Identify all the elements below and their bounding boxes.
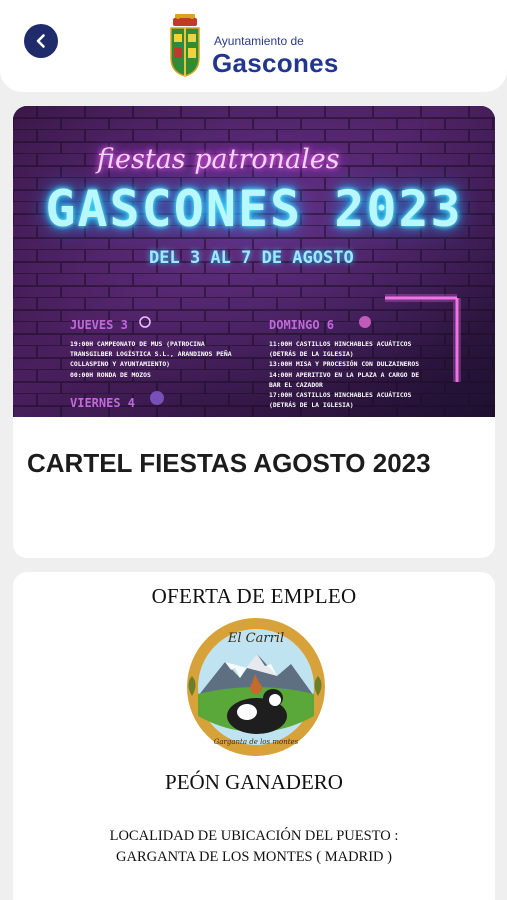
poster-schedule-right: 11:00H CASTILLOS HINCHABLES ACUÁTICOS (D…	[269, 339, 447, 410]
farm-emblem-image: El Carril Garganta de los montes	[187, 618, 325, 756]
poster-script-title: fiestas patronales	[97, 144, 340, 175]
back-button[interactable]	[24, 24, 58, 58]
leaf-icon	[314, 676, 322, 696]
schedule-line: 19:00H CAMPEONATO DE MUS (PATROCINA	[70, 340, 205, 348]
poster-title: GASCONES 2023	[45, 180, 463, 238]
post-title[interactable]: CARTEL FIESTAS AGOSTO 2023	[27, 446, 467, 480]
job-title: PEÓN GANADERO	[165, 770, 343, 794]
brand-name: Gascones	[212, 48, 339, 78]
brand-subtitle: Ayuntamiento de	[214, 34, 304, 48]
schedule-line: 14:00H APERITIVO EN LA PLAZA A CARGO DE	[269, 370, 420, 379]
chevron-left-icon	[36, 34, 45, 48]
schedule-line: COLLASPINO Y AYUNTAMIENTO)	[70, 360, 171, 369]
poster-dates: DEL 3 AL 7 DE AGOSTO	[149, 248, 354, 268]
post-card[interactable]: fiestas patronales GASCONES 2023 DEL 3 A…	[13, 106, 495, 558]
schedule-line: (DETRÁS DE LA IGLESIA)	[269, 401, 354, 410]
poster-day-thursday: JUEVES 3	[70, 318, 128, 332]
schedule-line: TRANSGILBER LOGÍSTICA S.L., ARANDINOS PE…	[70, 350, 232, 359]
schedule-line: 00:00H RONDA DE MOZOS	[70, 370, 151, 379]
poster-day-sunday: DOMINGO 6	[269, 318, 335, 332]
post-card[interactable]: OFERTA DE EMPLEO El Carril Garganta de l…	[13, 572, 495, 900]
poster-day-friday: VIERNES 4	[70, 396, 136, 410]
job-offer-heading: OFERTA DE EMPLEO	[151, 584, 357, 608]
job-location-label: LOCALIDAD DE UBICACIÓN DEL PUESTO :	[109, 828, 399, 844]
schedule-line: (DETRÁS DE LA IGLESIA)	[269, 350, 354, 359]
poster-schedule-left: 19:00H CAMPEONATO DE MUS (PATROCINA TRAN…	[70, 339, 260, 380]
leaf-icon	[188, 676, 196, 696]
schedule-line: 11:00H CASTILLOS HINCHABLES ACUÁTICOS	[269, 340, 412, 348]
app-header: Ayuntamiento de Gascones	[0, 0, 507, 92]
schedule-line: 13:00H MISA Y PROCESIÓN CON DULZAINEROS	[269, 360, 420, 369]
coat-of-arms-icon	[170, 14, 200, 77]
emblem-bottom-text: Garganta de los montes	[214, 738, 299, 746]
app-logo[interactable]: Ayuntamiento de Gascones	[168, 12, 358, 78]
emblem-top-text: El Carril	[227, 631, 284, 646]
schedule-line: BAR EL CAZADOR	[269, 380, 323, 389]
schedule-line: 17:00H CASTILLOS HINCHABLES ACUÁTICOS	[269, 391, 412, 400]
job-location-value: GARGANTA DE LOS MONTES ( MADRID )	[116, 849, 392, 865]
post-image[interactable]: fiestas patronales GASCONES 2023 DEL 3 A…	[13, 106, 495, 417]
